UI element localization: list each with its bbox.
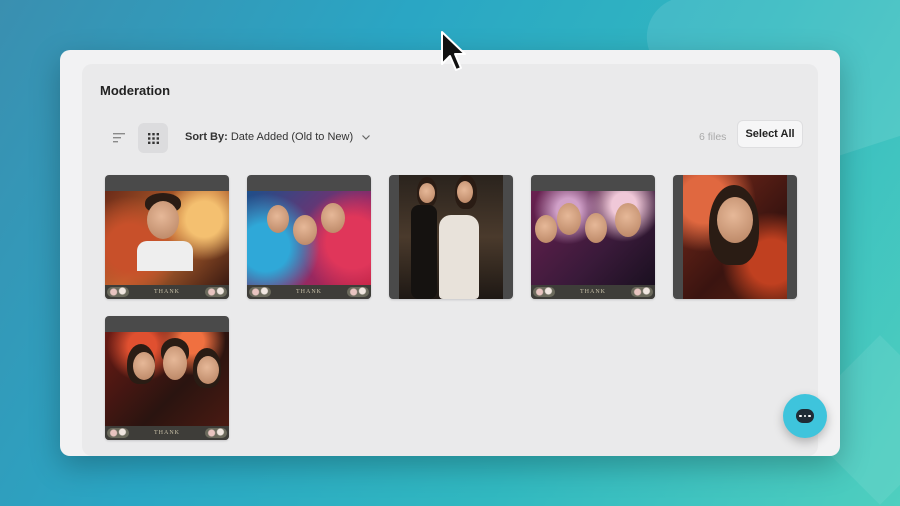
photo-tile[interactable]: THANK	[531, 175, 655, 299]
select-all-button[interactable]: Select All	[737, 120, 803, 148]
grid-view-icon[interactable]	[138, 123, 168, 153]
files-count: 6 files	[699, 131, 727, 143]
sort-value: Date Added (Old to New)	[230, 131, 354, 143]
thank-you-strip: THANK	[105, 426, 229, 440]
party-photo	[531, 191, 655, 285]
chat-button[interactable]	[783, 394, 827, 438]
photo-tile[interactable]: THANK	[247, 175, 371, 299]
party-photo	[105, 191, 229, 285]
moderation-window: Moderation Sort By: Date Added (Old to N…	[60, 50, 840, 456]
party-photo	[105, 332, 229, 426]
thank-you-strip: THANK	[531, 285, 655, 299]
photo-tile[interactable]: THANK	[105, 316, 229, 440]
sort-dropdown[interactable]: Sort By: Date Added (Old to New)	[185, 131, 371, 143]
party-photo	[399, 175, 503, 299]
thank-you-strip: THANK	[247, 285, 371, 299]
sort-lines-icon[interactable]	[104, 123, 134, 153]
chevron-down-icon	[362, 132, 371, 143]
photo-tile[interactable]: THANK	[105, 175, 229, 299]
mouse-pointer-icon	[440, 30, 466, 77]
sort-label: Sort By:	[185, 131, 228, 143]
toolbar: Sort By: Date Added (Old to New) 6 files…	[82, 120, 818, 153]
thank-you-strip: THANK	[105, 285, 229, 299]
moderation-panel: Moderation Sort By: Date Added (Old to N…	[82, 64, 818, 456]
photo-tile[interactable]	[673, 175, 797, 299]
chat-bubble-icon	[796, 409, 814, 423]
photo-tile[interactable]	[389, 175, 513, 299]
party-photo	[683, 175, 787, 299]
party-photo	[247, 191, 371, 285]
page-title: Moderation	[100, 83, 171, 98]
